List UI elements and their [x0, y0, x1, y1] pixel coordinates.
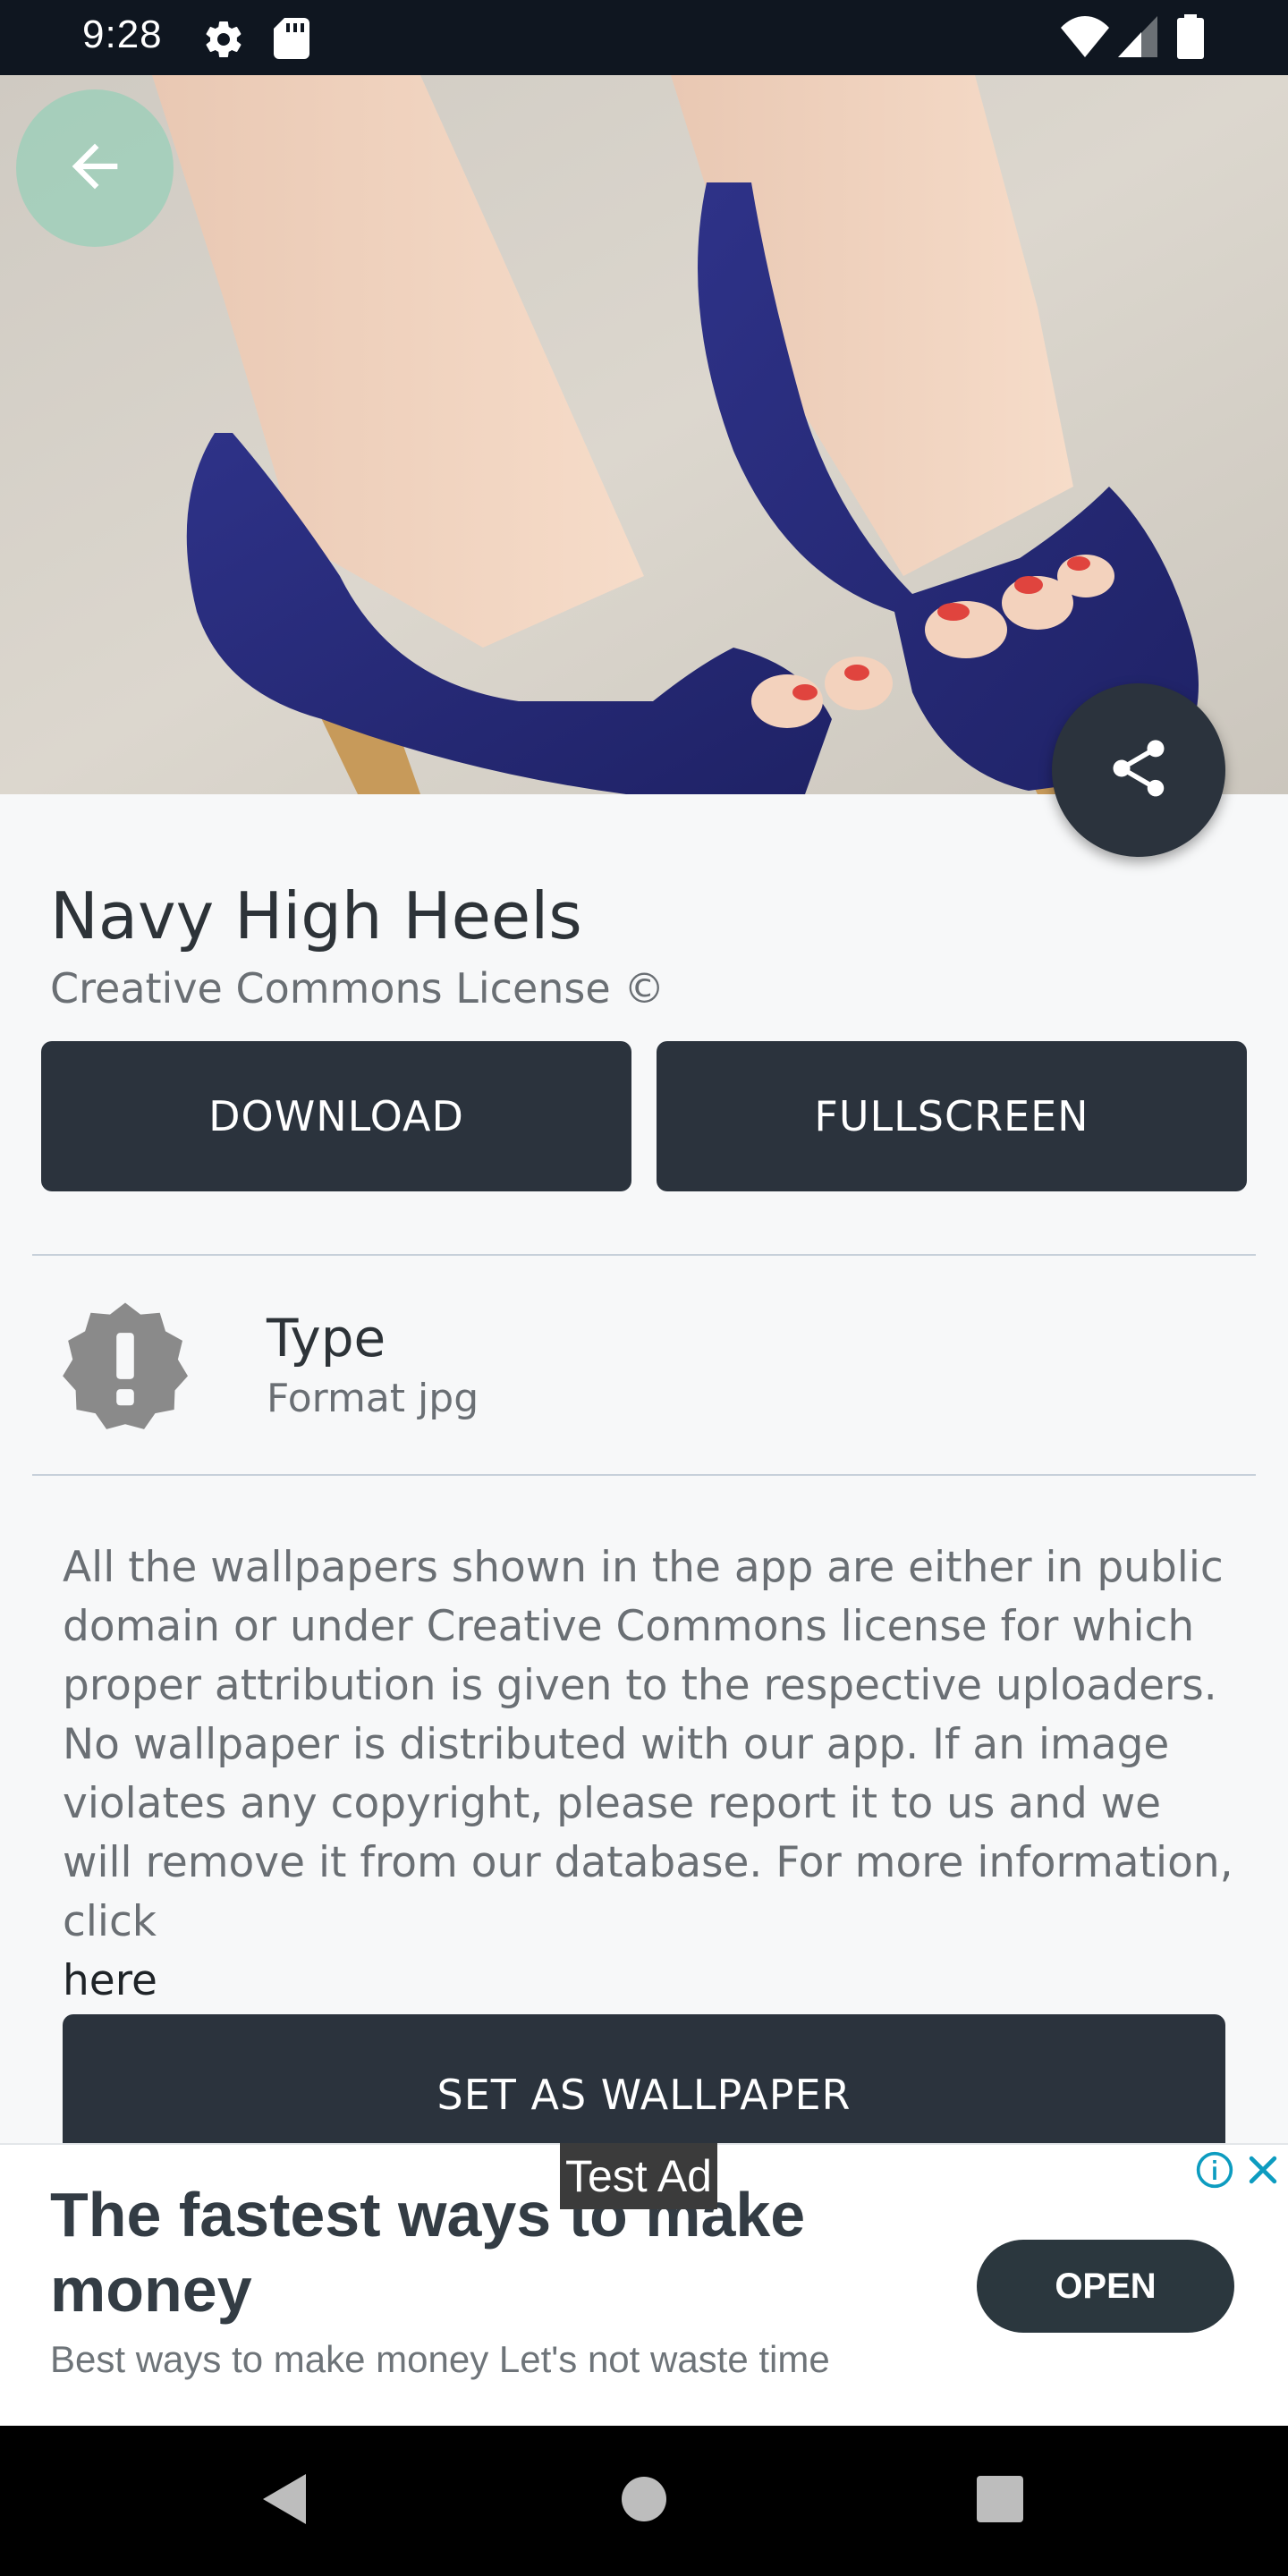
disclaimer-text: All the wallpapers shown in the app are …: [63, 1538, 1243, 2011]
disclaimer-body: All the wallpapers shown in the app are …: [63, 1543, 1233, 1946]
navigation-bar: [0, 2426, 1288, 2576]
wifi-icon: [1061, 16, 1109, 61]
wallpaper-title: Navy High Heels: [50, 878, 582, 953]
settings-icon: [202, 18, 245, 64]
share-icon: [1105, 734, 1173, 806]
arrow-back-icon: [61, 132, 129, 204]
type-label: Type: [267, 1308, 386, 1368]
ad-open-button[interactable]: OPEN: [977, 2240, 1234, 2333]
sd-card-icon: [274, 18, 309, 63]
status-bar: 9:28: [0, 0, 1288, 75]
back-button[interactable]: [16, 89, 174, 247]
here-link[interactable]: here: [63, 1956, 157, 2005]
alert-badge-icon: [50, 1293, 200, 1444]
battery-icon: [1177, 14, 1204, 63]
status-time: 9:28: [82, 13, 163, 56]
type-value: Format jpg: [267, 1376, 479, 1421]
ad-body: Best ways to make money Let's not waste …: [50, 2338, 830, 2380]
nav-recents-icon: [976, 2475, 1024, 2527]
nav-home-button[interactable]: [594, 2426, 694, 2576]
share-button[interactable]: [1052, 683, 1225, 857]
close-icon[interactable]: [1243, 2150, 1283, 2190]
nav-home-icon: [621, 2476, 667, 2526]
divider: [32, 1254, 1256, 1256]
info-icon[interactable]: [1195, 2150, 1234, 2190]
wallpaper-preview-image[interactable]: [0, 75, 1288, 794]
signal-icon: [1118, 16, 1157, 61]
nav-back-button[interactable]: [234, 2426, 335, 2576]
nav-recents-button[interactable]: [950, 2426, 1050, 2576]
navy-high-heels-photo: [0, 75, 1288, 794]
nav-back-icon: [259, 2472, 309, 2529]
ad-headline[interactable]: The fastest ways to make money: [50, 2177, 855, 2327]
divider: [32, 1474, 1256, 1476]
test-ad-label: Test Ad: [560, 2143, 717, 2209]
fullscreen-button[interactable]: FULLSCREEN: [657, 1041, 1247, 1191]
license-text: Creative Commons License ©: [50, 964, 665, 1013]
download-button[interactable]: DOWNLOAD: [41, 1041, 631, 1191]
